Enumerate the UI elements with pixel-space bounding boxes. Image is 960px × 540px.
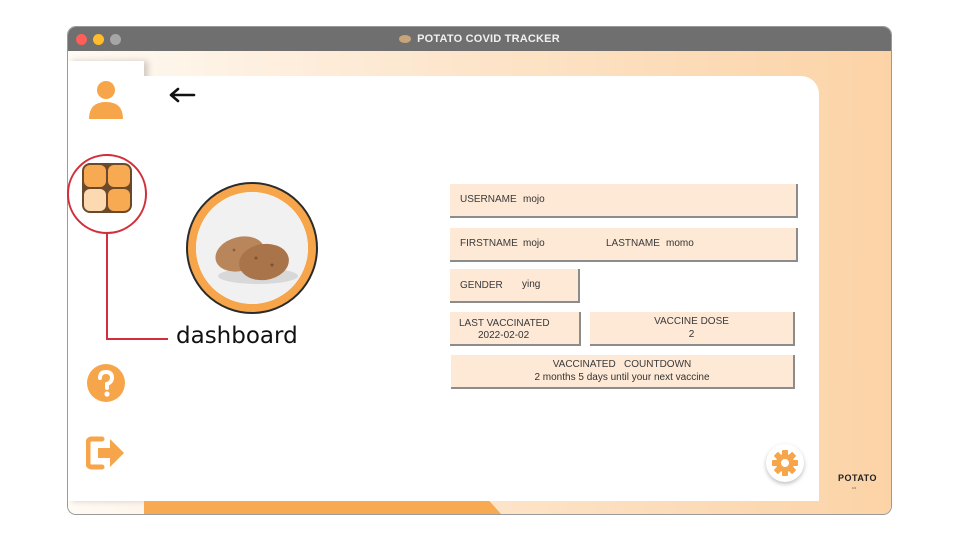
window-controls (76, 34, 121, 45)
username-field: USERNAME mojo (450, 184, 798, 218)
gear-icon (772, 450, 798, 476)
potato-photo-icon (196, 192, 308, 304)
avatar (186, 182, 318, 314)
back-arrow-icon[interactable] (168, 87, 196, 103)
brand-logo-mark: ••• (852, 485, 857, 490)
profile-panel: USERNAME mojo FIRSTNAME mojo LASTNAME mo… (144, 76, 819, 501)
gender-label: GENDER (460, 280, 503, 291)
user-icon[interactable] (86, 79, 126, 119)
settings-button[interactable] (766, 444, 804, 482)
firstname-label: FIRSTNAME (460, 238, 518, 249)
last-vaccinated-value: 2022-02-02 (478, 330, 530, 341)
last-vaccinated-label: LAST VACCINATED (459, 318, 550, 329)
countdown-field: VACCINATED COUNTDOWN 2 months 5 days unt… (451, 355, 795, 389)
lastname-label: LASTNAME (606, 238, 660, 249)
title-bar: POTATO COVID TRACKER (68, 27, 891, 51)
potato-app-icon (399, 35, 412, 43)
lastname-value: momo (666, 238, 694, 249)
minimize-window-button[interactable] (93, 34, 104, 45)
logout-icon[interactable] (86, 433, 126, 473)
username-value: mojo (523, 194, 545, 205)
countdown-value: 2 months 5 days until your next vaccine (534, 372, 710, 383)
window-title: POTATO COVID TRACKER (417, 33, 560, 45)
annotation-circle (67, 154, 147, 234)
username-label: USERNAME (460, 194, 517, 205)
avatar-photo (196, 192, 308, 304)
annotation-line (106, 234, 168, 340)
firstname-value: mojo (523, 238, 545, 249)
name-field: FIRSTNAME mojo LASTNAME momo (450, 228, 798, 262)
zoom-window-button[interactable] (110, 34, 121, 45)
gender-value: ying (522, 279, 541, 290)
countdown-label: VACCINATED COUNTDOWN (552, 359, 692, 370)
vaccine-dose-label: VACCINE DOSE (654, 316, 729, 327)
app-window: POTATO COVID TRACKER USERNAME mojo FIRST… (68, 27, 891, 514)
gender-field: GENDER ying (450, 269, 580, 303)
brand-logo: POTATO (838, 473, 877, 483)
help-icon[interactable] (86, 363, 126, 403)
last-vaccinated-field: LAST VACCINATED 2022-02-02 (450, 312, 581, 346)
vaccine-dose-value: 2 (688, 329, 695, 340)
close-window-button[interactable] (76, 34, 87, 45)
annotation-label: dashboard (176, 323, 298, 349)
vaccine-dose-field: VACCINE DOSE 2 (590, 312, 795, 346)
